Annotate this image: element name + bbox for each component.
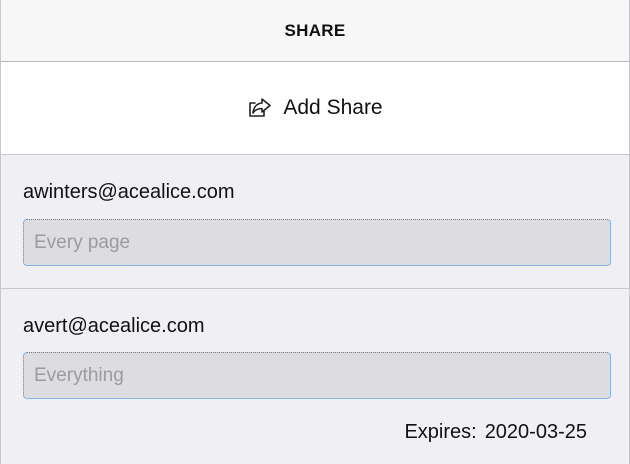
share-expiry: Expires: 2020-03-25 [404,421,587,444]
share-entry: awinters@acealice.com [1,155,629,289]
add-share-label: Add Share [283,96,383,119]
share-email: awinters@acealice.com [23,181,235,203]
page-title: SHARE [284,20,346,40]
share-scope-input[interactable] [23,352,611,399]
expires-label: Expires: [404,421,477,443]
panel-header: SHARE [1,0,629,62]
share-entry: avert@acealice.com Expires: 2020-03-25 [1,289,629,464]
share-arrow-icon [247,96,273,120]
add-share-button[interactable]: Add Share [1,62,629,155]
share-panel: SHARE Add Share awinters@acealice.com av… [0,0,630,464]
share-email: avert@acealice.com [23,315,205,337]
expires-date[interactable]: 2020-03-25 [485,421,587,443]
share-scope-input[interactable] [23,219,611,266]
